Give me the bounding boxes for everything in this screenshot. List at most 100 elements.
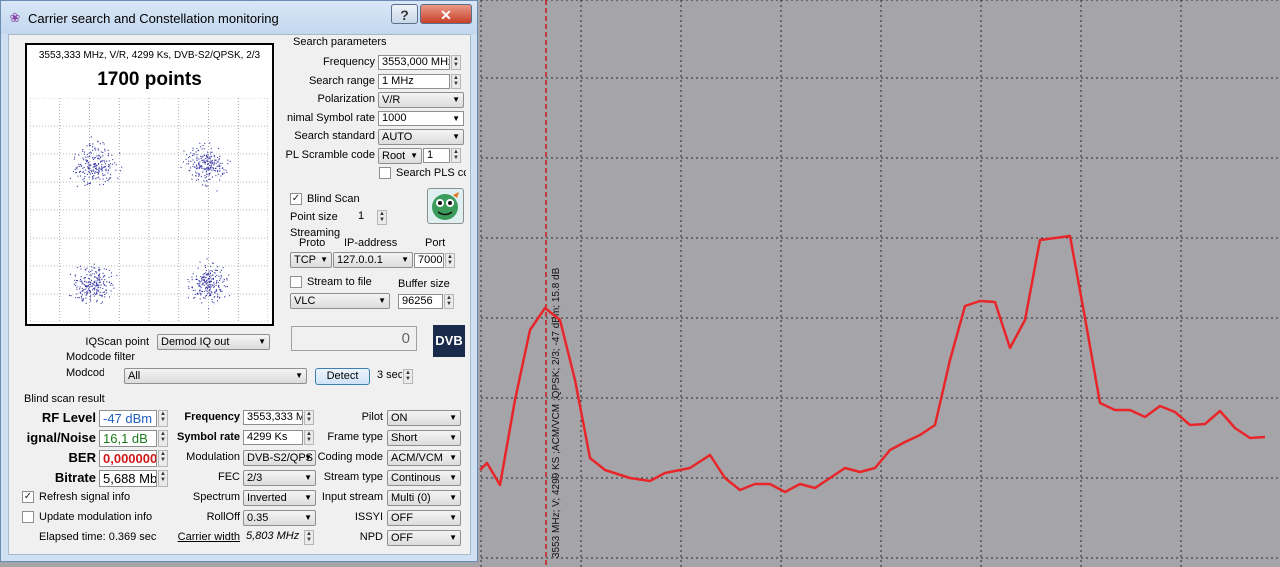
point-size-spinner[interactable]: ▲ ▼ bbox=[377, 210, 387, 225]
frequency-spinner[interactable]: ▲ ▼ bbox=[451, 55, 461, 70]
carrier-width-value: 5,803 MHz bbox=[246, 530, 300, 542]
buffer-size-input[interactable]: 96256 bbox=[398, 294, 443, 309]
chevron-down-icon: ▼ bbox=[449, 493, 457, 502]
rf-level-spinner[interactable]: ▲ ▼ bbox=[158, 410, 168, 427]
stream-to-file-checkbox[interactable] bbox=[290, 276, 302, 288]
blind-scan-checkbox[interactable]: ✓ bbox=[290, 193, 302, 205]
coding-mode-select[interactable]: ACM/VCM ▼ bbox=[387, 450, 461, 466]
polarization-value: V/R bbox=[382, 94, 401, 106]
npd-label: NPD bbox=[359, 531, 383, 543]
search-standard-value: AUTO bbox=[382, 131, 413, 143]
dvb-logo: DVB bbox=[433, 325, 465, 357]
help-button[interactable]: ? bbox=[391, 4, 418, 24]
title-bar[interactable]: ❀ Carrier search and Constellation monit… bbox=[1, 1, 477, 34]
bitrate-label: Bitrate bbox=[54, 470, 96, 485]
issyi-select[interactable]: OFF ▼ bbox=[387, 510, 461, 526]
elapsed-time: Elapsed time: 0.369 sec bbox=[39, 531, 157, 543]
carrier-width-label[interactable]: Carrier width bbox=[164, 531, 240, 543]
frequency-input[interactable]: 3553,000 MHz bbox=[378, 55, 450, 70]
spectrum-select[interactable]: Inverted ▼ bbox=[243, 490, 316, 506]
chevron-down-icon: ▼ bbox=[452, 114, 460, 123]
search-range-label: Search range bbox=[308, 75, 375, 87]
bitrate-value: 5,688 Mb bbox=[99, 470, 157, 487]
search-pls-checkbox[interactable] bbox=[379, 167, 391, 179]
search-standard-label: Search standard bbox=[294, 130, 375, 142]
polarization-select[interactable]: V/R ▼ bbox=[378, 92, 464, 108]
search-pls-label: Search PLS cc bbox=[396, 167, 466, 179]
detect-seconds-spinner[interactable]: ▲ ▼ bbox=[403, 369, 413, 384]
carrier-width-spinner[interactable]: ▲ ▼ bbox=[304, 530, 314, 545]
signal-noise-label: ignal/Noise bbox=[26, 430, 96, 445]
buffer-size-spinner[interactable]: ▲ ▼ bbox=[444, 294, 454, 309]
iqscan-label: IQScan point bbox=[85, 336, 149, 348]
modcode-filter-header: Modcode filter bbox=[66, 351, 136, 363]
frame-type-select[interactable]: Short ▼ bbox=[387, 430, 461, 446]
refresh-signal-checkbox[interactable]: ✓ bbox=[22, 491, 34, 503]
player-value: VLC bbox=[294, 295, 316, 307]
app-logo-button[interactable] bbox=[427, 188, 464, 224]
close-button[interactable]: ✕ bbox=[420, 4, 472, 24]
chevron-down-icon: ▼ bbox=[452, 95, 460, 104]
proto-select[interactable]: TCP ▼ bbox=[290, 252, 332, 268]
coding-mode-label: Coding mode bbox=[317, 451, 383, 463]
pilot-select[interactable]: ON ▼ bbox=[387, 410, 461, 426]
point-size-input[interactable]: 1 bbox=[355, 210, 376, 225]
ber-spinner[interactable]: ▲ ▼ bbox=[158, 450, 168, 467]
rolloff-value: 0.35 bbox=[247, 512, 269, 524]
search-range-input[interactable]: 1 MHz bbox=[378, 74, 450, 89]
input-stream-select[interactable]: Multi (0) ▼ bbox=[387, 490, 461, 506]
symbol-rate-spinner[interactable]: ▲ ▼ bbox=[304, 430, 314, 445]
update-modulation-checkbox[interactable] bbox=[22, 511, 34, 523]
update-modulation-label: Update modulation info bbox=[39, 511, 153, 523]
spectrum-label: Spectrum bbox=[192, 491, 240, 503]
fec-value: 2/3 bbox=[247, 472, 263, 484]
ip-address-select[interactable]: 127.0.0.1 ▼ bbox=[333, 252, 413, 268]
signal-noise-spinner[interactable]: ▲ ▼ bbox=[158, 430, 168, 447]
result-frequency-spinner[interactable]: ▲ ▼ bbox=[304, 410, 314, 425]
stream-type-select[interactable]: Continous ▼ bbox=[387, 470, 461, 486]
spectrum-grid bbox=[480, 0, 1280, 567]
modcode-select[interactable]: All ▼ bbox=[124, 368, 307, 384]
port-spinner[interactable]: ▲ ▼ bbox=[445, 253, 455, 268]
search-range-spinner[interactable]: ▲ ▼ bbox=[451, 74, 461, 89]
detect-seconds-input[interactable]: 3 sec bbox=[374, 369, 402, 384]
port-input[interactable]: 7000 bbox=[414, 253, 444, 268]
chevron-down-icon: ▼ bbox=[378, 296, 386, 305]
min-symbol-rate-input[interactable]: 1000 ▼ bbox=[378, 111, 464, 126]
rolloff-label: RollOff bbox=[206, 511, 240, 523]
proto-label: Proto bbox=[299, 237, 326, 249]
chevron-down-icon: ▼ bbox=[452, 132, 460, 141]
rf-level-value: -47 dBm bbox=[99, 410, 157, 427]
constellation-points bbox=[69, 136, 231, 310]
chevron-down-icon: ▼ bbox=[449, 433, 457, 442]
fec-select[interactable]: 2/3 ▼ bbox=[243, 470, 316, 486]
spectrum-marker-label: 3553 MHz; V; 4299 KS ;ACM/VCM ;QPSK; 2/3… bbox=[551, 267, 562, 558]
search-standard-select[interactable]: AUTO ▼ bbox=[378, 129, 464, 145]
pl-scramble-label: PL Scramble code bbox=[285, 149, 375, 161]
detect-button[interactable]: Detect bbox=[315, 368, 370, 385]
chevron-down-icon: ▼ bbox=[449, 413, 457, 422]
bitrate-spinner[interactable]: ▲ ▼ bbox=[158, 470, 168, 487]
pl-scramble-mode-select[interactable]: Root ▼ bbox=[378, 148, 422, 164]
npd-select[interactable]: OFF ▼ bbox=[387, 530, 461, 546]
chevron-down-icon: ▼ bbox=[401, 255, 409, 264]
status-glyph: 0 bbox=[401, 330, 410, 347]
blind-scan-result-header: Blind scan result bbox=[24, 393, 105, 405]
modulation-select[interactable]: DVB-S2/QPS ▼ bbox=[243, 450, 316, 466]
rolloff-select[interactable]: 0.35 ▼ bbox=[243, 510, 316, 526]
issyi-label: ISSYI bbox=[354, 511, 383, 523]
symbol-rate-label: Symbol rate bbox=[177, 431, 240, 443]
pilot-value: ON bbox=[391, 412, 408, 424]
pilot-label: Pilot bbox=[361, 411, 383, 423]
point-size-label: Point size bbox=[290, 211, 338, 223]
chevron-down-icon: ▼ bbox=[304, 513, 312, 522]
pl-scramble-code-input[interactable]: 1 bbox=[423, 148, 450, 163]
iqscan-value: Demod IQ out bbox=[161, 336, 230, 348]
iqscan-select[interactable]: Demod IQ out ▼ bbox=[157, 334, 270, 350]
pl-scramble-spinner[interactable]: ▲ ▼ bbox=[451, 148, 461, 163]
constellation-info: 3553,333 MHz, V/R, 4299 Ks, DVB-S2/QPSK,… bbox=[38, 50, 261, 61]
result-frequency-label: Frequency bbox=[184, 411, 240, 423]
ber-value: 0,000000 bbox=[99, 450, 157, 467]
ber-label: BER bbox=[68, 450, 96, 465]
player-select[interactable]: VLC ▼ bbox=[290, 293, 390, 309]
